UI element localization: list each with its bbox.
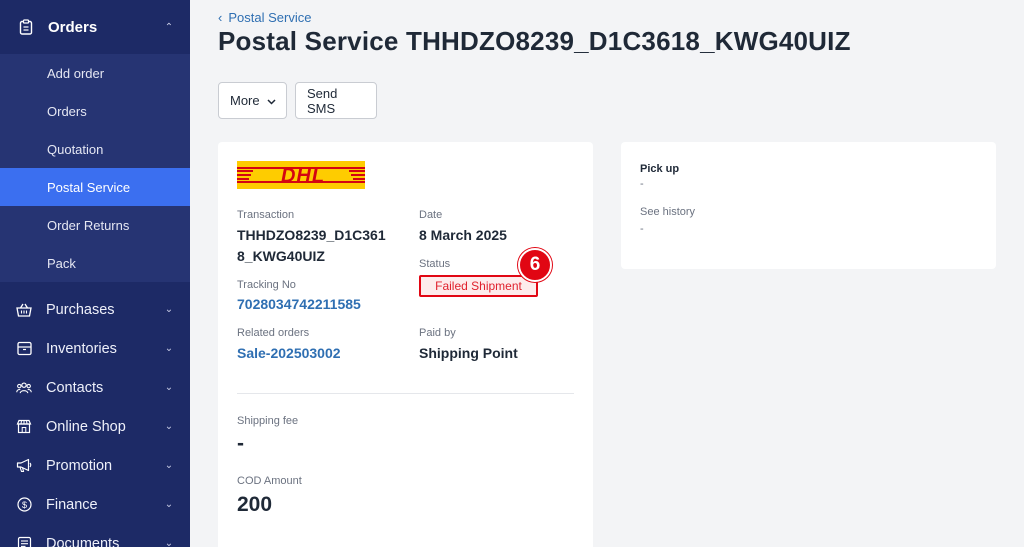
sidebar-item-finance[interactable]: $ Finance ⌄: [0, 485, 190, 524]
transaction-label: Transaction: [237, 209, 295, 221]
paid-by-value: Shipping Point: [419, 345, 518, 361]
date-value: 8 March 2025: [419, 227, 507, 243]
clipboard-icon: [18, 19, 34, 35]
dhl-wordmark: DHL: [237, 165, 365, 187]
sidebar-item-label: Online Shop: [46, 418, 126, 435]
shop-icon: [16, 419, 32, 435]
step-marker: 6: [518, 248, 552, 282]
sidebar-item-online-shop[interactable]: Online Shop ⌄: [0, 407, 190, 446]
sidebar-item-label: Finance: [46, 496, 98, 513]
chevron-down-icon: ⌄: [164, 460, 174, 471]
related-order-link[interactable]: Sale-202503002: [237, 345, 341, 361]
breadcrumb-link[interactable]: Postal Service: [228, 10, 311, 25]
sidebar-item-label: Documents: [46, 535, 120, 547]
basket-icon: [16, 302, 32, 318]
shipment-card: DHL Transaction THHDZO8239_D1C361 8_KWG4…: [218, 142, 593, 547]
box-icon: [16, 341, 32, 357]
sidebar-subitem-quotation[interactable]: Quotation: [0, 130, 190, 168]
status-label: Status: [419, 258, 451, 270]
sidebar-item-label: Promotion: [46, 457, 113, 474]
sidebar-item-purchases[interactable]: Purchases ⌄: [0, 290, 190, 329]
sidebar: Orders ⌃ Add order Orders Quotation Post…: [0, 0, 190, 547]
paid-by-label: Paid by: [419, 327, 456, 339]
see-history-link[interactable]: See history: [640, 206, 695, 218]
status-badge: Failed Shipment: [419, 275, 538, 297]
sidebar-subitem-add-order[interactable]: Add order: [0, 54, 190, 92]
sidebar-item-documents[interactable]: Documents ⌄: [0, 524, 190, 547]
sidebar-item-label: Orders: [48, 18, 98, 36]
date-label: Date: [419, 209, 443, 221]
sidebar-item-label: Contacts: [46, 379, 104, 396]
page-title: Postal Service THHDZO8239_D1C3618_KWG40U…: [218, 26, 851, 56]
megaphone-icon: [16, 458, 32, 474]
pickup-card: Pick up - See history -: [621, 142, 996, 269]
transaction-value-line1: THHDZO8239_D1C361: [237, 227, 386, 243]
cod-amount-label: COD Amount: [237, 475, 302, 487]
sidebar-subitem-order-returns[interactable]: Order Returns: [0, 206, 190, 244]
more-button-label: More: [230, 93, 260, 108]
orders-submenu: Add order Orders Quotation Postal Servic…: [0, 54, 190, 282]
pickup-label: Pick up: [640, 163, 680, 175]
shipping-fee-value: -: [237, 432, 244, 455]
tracking-label: Tracking No: [237, 279, 296, 291]
chevron-down-icon: ⌄: [164, 304, 174, 315]
chevron-left-icon: ‹: [218, 10, 223, 25]
history-value: -: [640, 223, 644, 235]
cod-amount-value: 200: [237, 493, 273, 516]
sidebar-item-label: Purchases: [46, 301, 115, 318]
chevron-down-icon: ⌄: [164, 499, 174, 510]
chevron-up-icon: ⌃: [164, 21, 174, 33]
sidebar-subitem-pack[interactable]: Pack: [0, 244, 190, 282]
sidebar-item-promotion[interactable]: Promotion ⌄: [0, 446, 190, 485]
chevron-down-icon: ⌄: [164, 382, 174, 393]
chevron-down-icon: [267, 93, 276, 108]
send-sms-button-label: Send SMS: [307, 85, 338, 116]
chevron-down-icon: ⌄: [164, 538, 174, 547]
sidebar-item-contacts[interactable]: Contacts ⌄: [0, 368, 190, 407]
transaction-value-line2: 8_KWG40UIZ: [237, 248, 325, 264]
send-sms-button[interactable]: Send SMS: [295, 82, 377, 119]
dhl-logo: DHL: [237, 161, 365, 189]
document-icon: [16, 536, 32, 547]
dollar-icon: $: [16, 497, 32, 513]
sidebar-item-inventories[interactable]: Inventories ⌄: [0, 329, 190, 368]
tracking-link[interactable]: 7028034742211585: [237, 296, 361, 312]
pickup-value: -: [640, 178, 644, 190]
svg-text:DHL: DHL: [281, 165, 325, 187]
chevron-down-icon: ⌄: [164, 421, 174, 432]
divider: [237, 393, 574, 394]
main-content: ‹ Postal Service Postal Service THHDZO82…: [190, 0, 1024, 547]
chevron-down-icon: ⌄: [164, 343, 174, 354]
breadcrumb[interactable]: ‹ Postal Service: [218, 10, 311, 25]
more-button[interactable]: More: [218, 82, 287, 119]
sidebar-item-label: Inventories: [46, 340, 117, 357]
shipping-fee-label: Shipping fee: [237, 415, 299, 427]
sidebar-subitem-orders[interactable]: Orders: [0, 92, 190, 130]
sidebar-subitem-postal-service[interactable]: Postal Service: [0, 168, 190, 206]
sidebar-item-orders[interactable]: Orders ⌃: [0, 0, 190, 54]
people-icon: [16, 380, 32, 396]
related-orders-label: Related orders: [237, 327, 310, 339]
svg-text:$: $: [21, 500, 26, 510]
